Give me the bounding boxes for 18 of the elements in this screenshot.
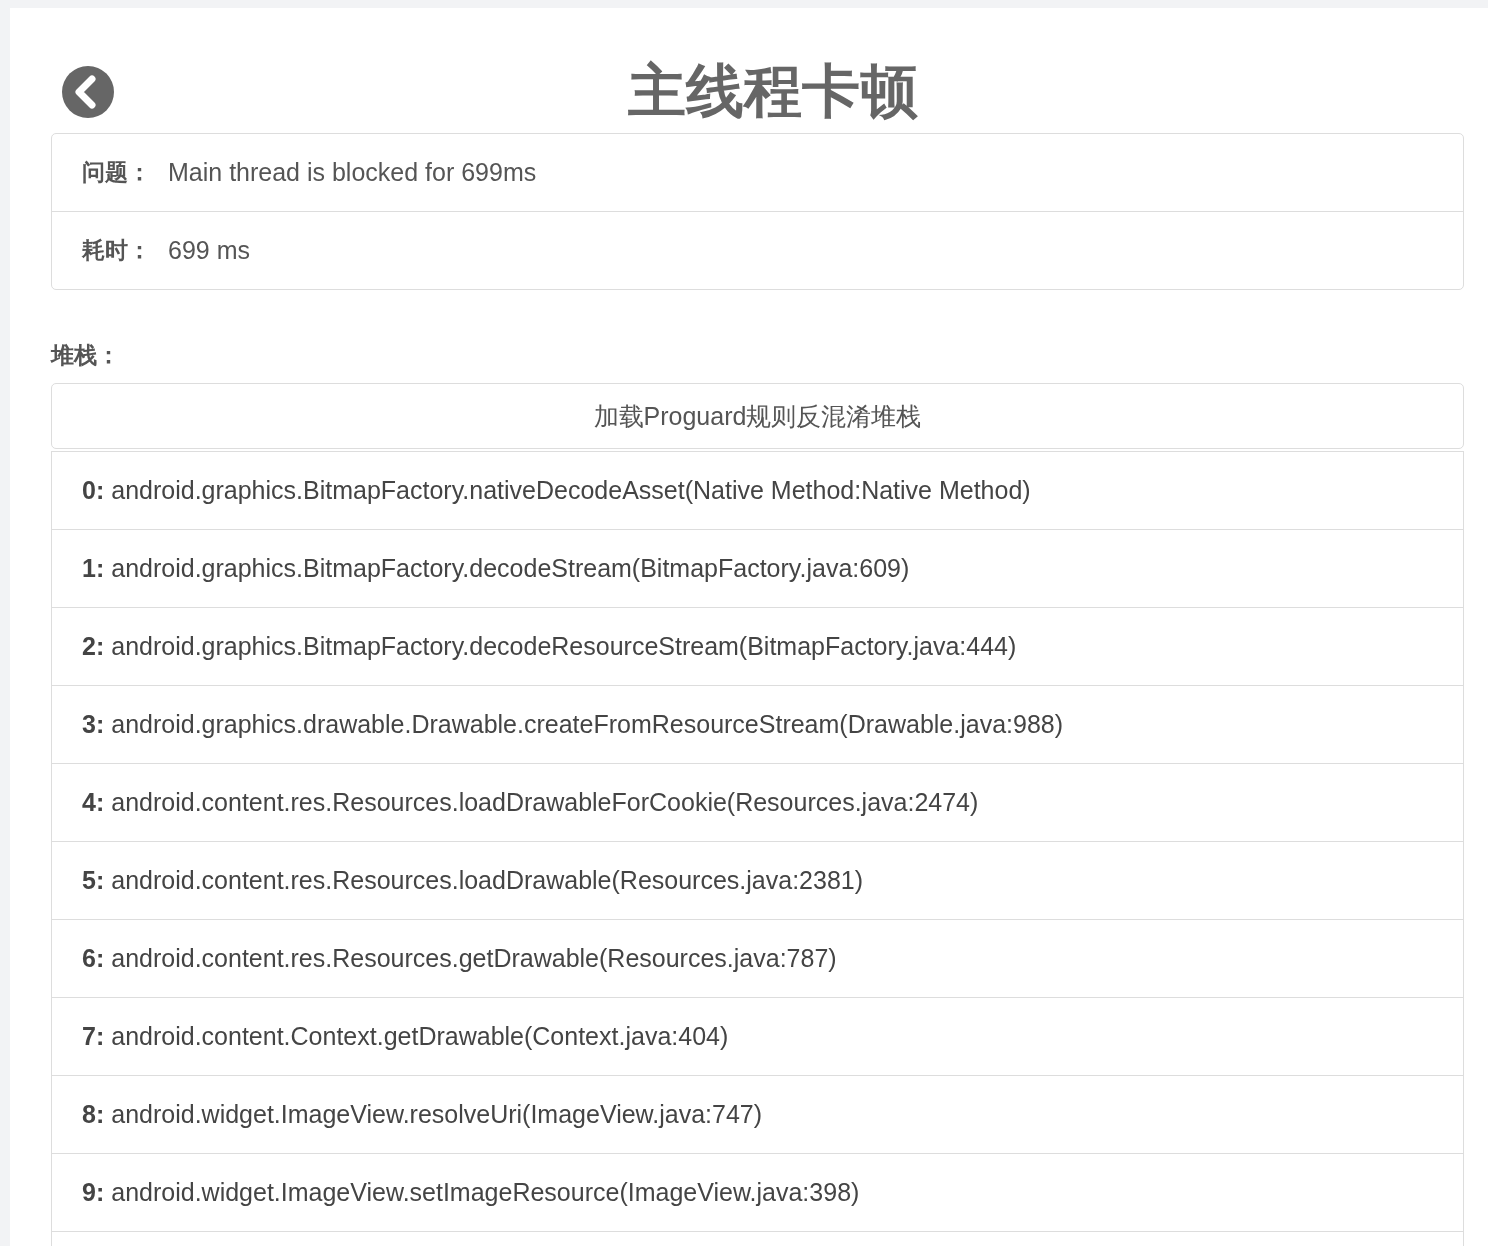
stack-frame: 2: android.graphics.BitmapFactory.decodeResourceStream(BitmapFactory.java:444) (52, 608, 1463, 686)
field-label: 问题： (82, 158, 152, 187)
stack-frame: 0: android.graphics.BitmapFactory.nativeDecodeAsset(Native Method:Native Method) (52, 452, 1463, 530)
stack-frame: 8: android.widget.ImageView.resolveUri(ImageView.java:747) (52, 1076, 1463, 1154)
deobfuscate-button[interactable]: 加载Proguard规则反混淆堆栈 (51, 383, 1464, 449)
section-label: 堆栈： (51, 341, 121, 370)
stack-frame: 3: android.graphics.drawable.Drawable.createFromResourceStream(Drawable.java:988) (52, 686, 1463, 764)
stack-frame: 6: android.content.res.Resources.getDrawable(Resources.java:787) (52, 920, 1463, 998)
stack-frame: 4: android.content.res.Resources.loadDrawableForCookie(Resources.java:2474) (52, 764, 1463, 842)
field-value: Main thread is blocked for 699ms (168, 158, 537, 187)
stack-frame: 1: android.graphics.BitmapFactory.decodeStream(BitmapFactory.java:609) (52, 530, 1463, 608)
field-value: 699 ms (168, 236, 250, 265)
page-title: 主线程卡顿 (626, 56, 918, 125)
field-label: 耗时： (82, 236, 152, 265)
stack-frame: 7: android.content.Context.getDrawable(Context.java:404) (52, 998, 1463, 1076)
stack-frame: 9: android.widget.ImageView.setImageResource(ImageView.java:398) (52, 1154, 1463, 1232)
stack-frame: 5: android.content.res.Resources.loadDrawable(Resources.java:2381) (52, 842, 1463, 920)
back-icon[interactable] (62, 66, 114, 118)
